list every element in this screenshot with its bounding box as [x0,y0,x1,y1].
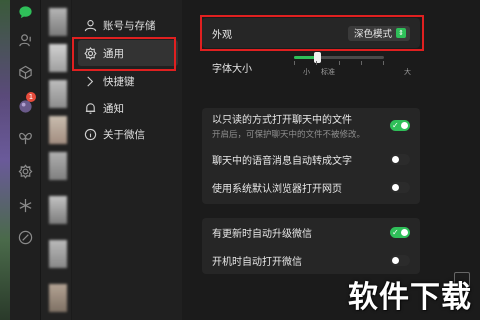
updown-arrows-icon: ⇕ [396,28,406,38]
bell-icon [85,102,96,114]
slider-mark-standard: 标准 [321,68,335,76]
check-icon: ✓ [392,228,399,237]
voice-to-text-title: 聊天中的语音消息自动转成文字 [212,155,352,167]
check-icon: ✓ [392,121,399,130]
nav-label: 通知 [103,102,124,115]
auto-update-row: 有更新时自动升级微信 ✓ [212,225,410,240]
background-photo-strip [0,0,10,320]
chat-icon[interactable] [17,4,33,20]
readonly-files-row: 以只读的方式打开聊天中的文件 开启后，可保护聊天中的文件不被修改。 ✓ [212,114,410,140]
nav-label: 关于微信 [103,128,145,141]
nav-label: 账号与存储 [103,19,156,32]
font-size-label: 字体大小 [212,63,252,75]
slider-mark-small: 小 [303,68,310,76]
auto-update-toggle[interactable]: ✓ [390,227,410,238]
slider-tick [294,61,295,65]
info-icon [84,128,97,140]
nav-general[interactable]: 通用 [78,40,178,66]
launch-at-login-row: 开机时自动打开微信 [212,253,410,268]
font-size-card: 字体大小 [202,54,420,92]
slider-tick [361,61,362,65]
startup-options-card: 有更新时自动升级微信 ✓ 开机时自动打开微信 [202,218,420,274]
sparkle-icon[interactable] [17,197,33,213]
butterfly-icon[interactable] [17,130,33,146]
chat-list [41,0,71,320]
voice-to-text-row: 聊天中的语音消息自动转成文字 [212,152,410,167]
watermark-text: 软件下载 [348,280,472,315]
readonly-files-desc: 开启后，可保护聊天中的文件不被修改。 [212,129,366,140]
auto-update-title: 有更新时自动升级微信 [212,228,312,240]
chat-thumbnail[interactable] [49,80,67,108]
settings-sidebar: 账号与存储 通用 快捷键 通知 关于微信 [72,0,182,320]
readonly-files-title: 以只读的方式打开聊天中的文件 [212,114,352,126]
file-browser-options-card: 以只读的方式打开聊天中的文件 开启后，可保护聊天中的文件不被修改。 ✓ 聊天中的… [202,108,420,204]
theme-select-value: 深色模式 [353,29,392,40]
appearance-label: 外观 [212,29,232,41]
user-icon [84,19,97,31]
launch-at-login-toggle[interactable] [390,255,410,266]
appearance-row: 外观 深色模式 ⇕ [212,25,410,41]
chat-thumbnail[interactable] [49,284,67,312]
slider-tick [383,61,384,65]
chat-thumbnail[interactable] [49,240,67,268]
slider-tick [339,61,340,65]
box-icon[interactable] [17,64,33,80]
nav-about[interactable]: 关于微信 [78,121,178,147]
nav-notifications[interactable]: 通知 [78,95,178,121]
font-size-row: 字体大小 [212,60,410,75]
notification-badge: 1 [26,92,36,102]
launch-at-login-title: 开机时自动打开微信 [212,256,302,268]
contacts-icon[interactable] [17,32,33,48]
settings-gear-icon[interactable] [17,163,33,179]
chat-thumbnail[interactable] [49,196,67,224]
app-rail: 1 [10,0,41,320]
chat-thumbnail[interactable] [49,8,67,36]
nav-account-storage[interactable]: 账号与存储 [78,12,178,38]
chat-thumbnail[interactable] [49,44,67,72]
readonly-files-toggle[interactable]: ✓ [390,120,410,131]
default-browser-toggle[interactable] [390,182,410,193]
appearance-card: 外观 深色模式 ⇕ [202,18,420,48]
gear-icon [84,46,97,60]
theme-select[interactable]: 深色模式 ⇕ [347,25,410,41]
slider-mark-large: 大 [404,68,411,76]
voice-to-text-toggle[interactable] [390,154,410,165]
chat-thumbnail[interactable] [49,152,67,180]
nav-label: 快捷键 [103,75,135,88]
nav-shortcuts[interactable]: 快捷键 [78,68,178,94]
font-size-slider[interactable] [294,52,384,63]
link-icon[interactable] [17,229,33,245]
default-browser-title: 使用系统默认浏览器打开网页 [212,183,342,195]
chat-thumbnail[interactable] [49,116,67,144]
nav-label: 通用 [103,47,124,60]
slider-handle[interactable] [313,52,321,63]
default-browser-row: 使用系统默认浏览器打开网页 [212,180,410,195]
keyboard-icon [87,75,94,87]
slider-tick [316,61,317,65]
